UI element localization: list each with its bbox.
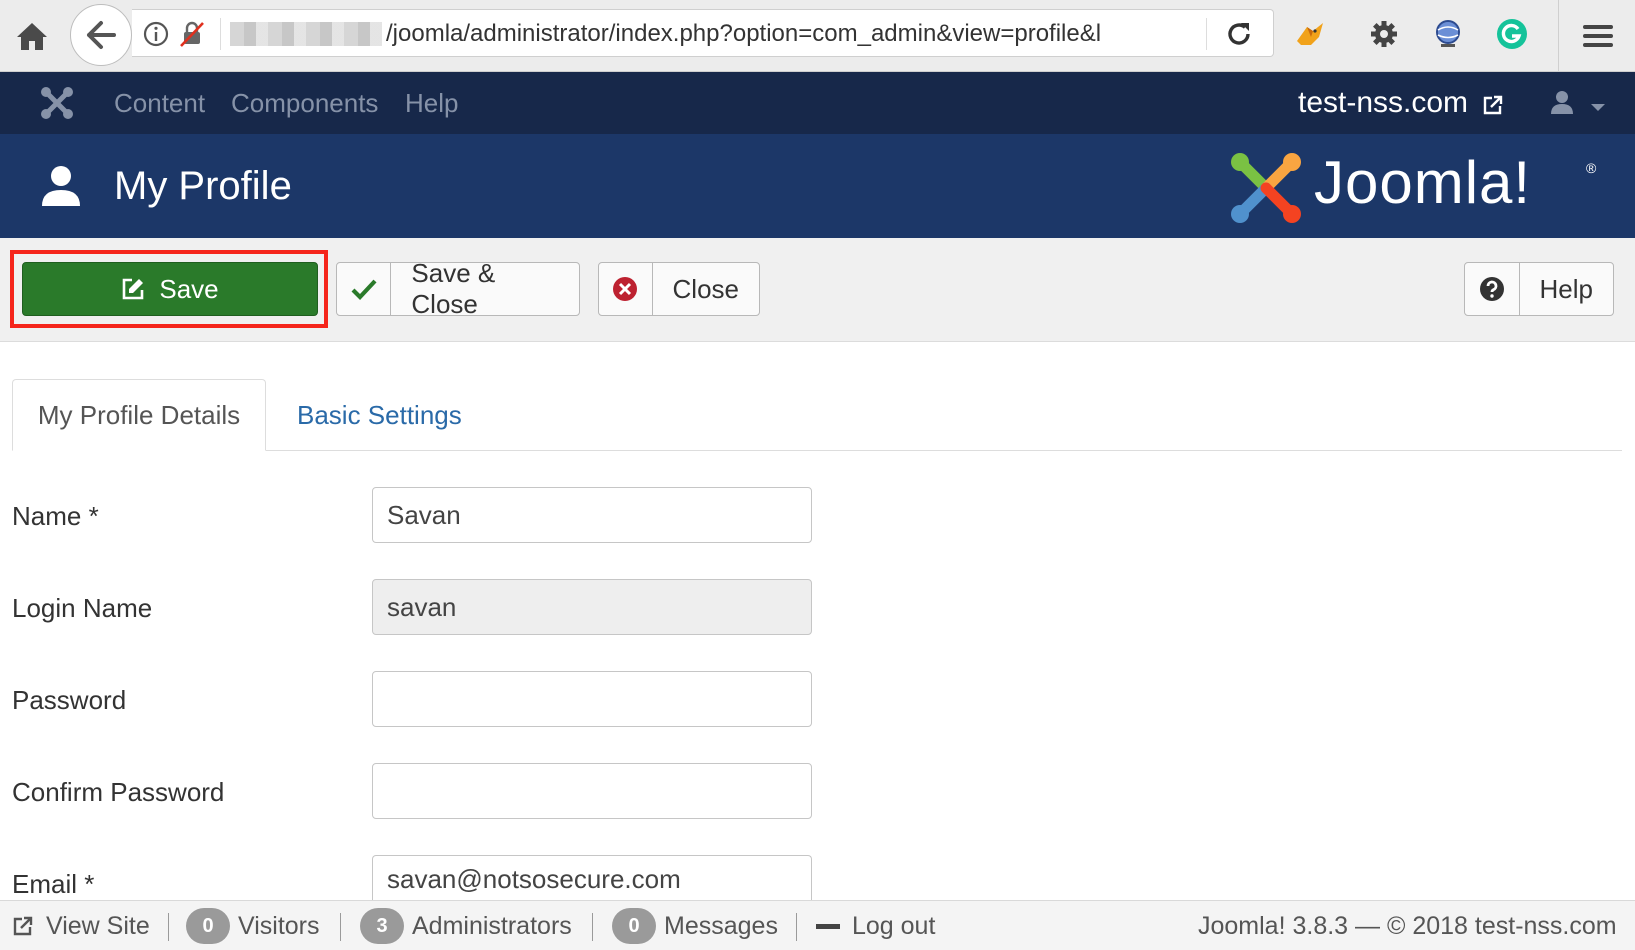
globe-extension-icon[interactable] <box>1430 16 1466 52</box>
redacted-host <box>230 22 382 46</box>
close-label: Close <box>672 273 739 304</box>
home-icon[interactable] <box>14 18 50 54</box>
grammarly-icon[interactable] <box>1494 16 1530 52</box>
back-arrow-icon <box>87 21 116 49</box>
admins-label: Administrators <box>412 911 572 940</box>
close-circle-icon <box>599 263 653 315</box>
url-text[interactable]: /joomla/administrator/index.php?option=c… <box>386 20 1158 48</box>
insecure-lock-icon[interactable] <box>178 20 206 48</box>
browser-toolbar: /joomla/administrator/index.php?option=c… <box>0 0 1635 72</box>
save-close-label: Save & Close <box>411 258 496 319</box>
question-circle-icon <box>1465 263 1520 315</box>
user-icon <box>40 164 82 208</box>
divider <box>168 913 169 941</box>
site-link[interactable]: test-nss.com <box>1298 86 1468 120</box>
page-title: My Profile <box>114 164 292 208</box>
check-icon <box>337 263 392 315</box>
help-button[interactable]: Help <box>1464 262 1614 316</box>
login-name-label: Login Name <box>12 593 153 623</box>
visitors-count-badge: 0 <box>186 908 230 944</box>
help-label: Help <box>1539 273 1593 304</box>
hamburger-menu-icon[interactable] <box>1580 18 1616 54</box>
divider <box>1206 18 1207 50</box>
save-label: Save <box>159 273 219 304</box>
user-icon[interactable] <box>1548 88 1576 116</box>
messages-label: Messages <box>664 911 778 940</box>
logout-label: Log out <box>852 911 936 940</box>
close-button[interactable]: Close <box>598 262 760 316</box>
nav-help[interactable]: Help <box>405 88 458 118</box>
login-name-field <box>372 579 812 635</box>
page-header: My Profile Joomla! ® <box>0 134 1635 238</box>
divider <box>796 913 797 941</box>
gear-icon[interactable] <box>1366 16 1402 52</box>
divider <box>592 913 593 941</box>
admins-count-badge: 3 <box>360 908 404 944</box>
address-bar[interactable]: /joomla/administrator/index.php?option=c… <box>132 9 1274 57</box>
email-label: Email * <box>12 869 95 899</box>
email-field[interactable] <box>372 855 812 901</box>
logout-link[interactable]: Log out <box>816 901 935 950</box>
nav-content[interactable]: Content <box>114 88 205 118</box>
administrators-link[interactable]: 3 Administrators <box>360 901 572 950</box>
save-button[interactable]: Save <box>22 262 318 316</box>
visitors-link[interactable]: 0 Visitors <box>186 901 320 950</box>
reload-icon[interactable] <box>1224 19 1254 49</box>
view-site-link[interactable]: View Site <box>12 901 150 950</box>
external-link-icon <box>13 916 33 936</box>
status-bar: View Site 0 Visitors 3 Administrators 0 … <box>0 900 1635 950</box>
password-field[interactable] <box>372 671 812 727</box>
view-site-label: View Site <box>46 911 150 940</box>
external-link-icon[interactable] <box>1482 94 1504 116</box>
visitors-label: Visitors <box>238 911 320 940</box>
divider <box>1558 0 1559 72</box>
password-label: Password <box>12 685 127 715</box>
version-info: Joomla! 3.8.3 — © 2018 test-nss.com <box>1198 911 1617 940</box>
save-close-button[interactable]: Save & Close <box>336 258 580 319</box>
fox-extension-icon[interactable] <box>1292 16 1328 52</box>
name-field[interactable] <box>372 487 812 543</box>
divider <box>220 18 221 50</box>
admin-top-nav: Content Components Help test-nss.com <box>0 72 1635 134</box>
joomla-logo-icon <box>1228 150 1304 226</box>
confirm-password-label: Confirm Password <box>12 777 225 807</box>
messages-count-badge: 0 <box>612 908 656 944</box>
registered-mark: ® <box>1586 160 1597 176</box>
messages-link[interactable]: 0 Messages <box>612 901 778 950</box>
info-icon[interactable] <box>142 20 170 48</box>
name-label: Name * <box>12 501 99 531</box>
caret-down-icon[interactable] <box>1590 100 1606 111</box>
brand-name: Joomla! <box>1314 149 1532 216</box>
nav-components[interactable]: Components <box>231 88 378 118</box>
confirm-password-field[interactable] <box>372 763 812 819</box>
tab-basic-settings[interactable]: Basic Settings <box>297 400 462 430</box>
tab-my-profile-details[interactable]: My Profile Details <box>12 379 266 451</box>
divider <box>340 913 341 941</box>
joomla-icon[interactable] <box>38 84 76 122</box>
back-button[interactable] <box>70 4 132 66</box>
action-toolbar: Save Save & Close Close Help <box>0 238 1635 342</box>
edit-icon <box>123 278 144 300</box>
minus-icon <box>816 923 840 929</box>
